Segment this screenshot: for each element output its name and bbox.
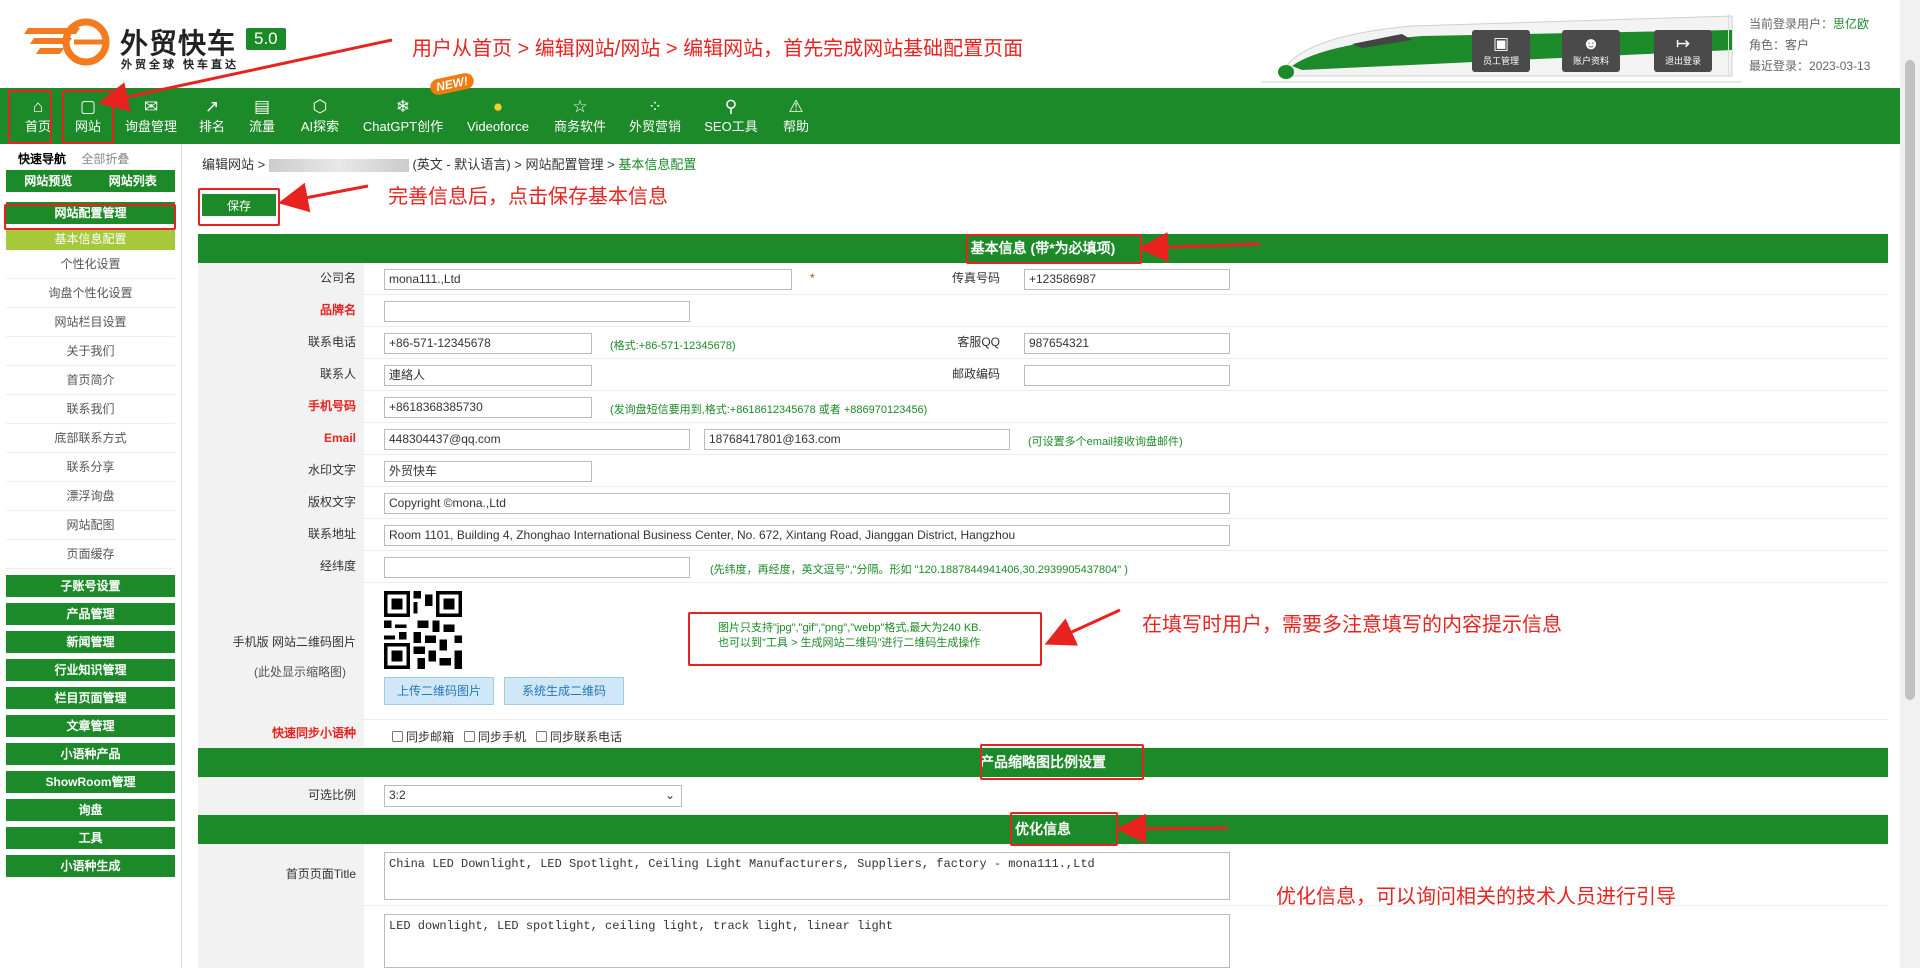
page-scrollbar[interactable] [1900,0,1920,968]
annotation-arrows [98,38,1261,844]
highlight-thumb-section [980,744,1144,780]
scrollbar-thumb[interactable] [1905,60,1915,700]
annotation-top: 用户从首页 > 编辑网站/网站 > 编辑网站，首先完成网站基础配置页面 [412,38,1024,60]
highlight-basic-section [966,234,1142,264]
app-window: 外贸快车 5.0 外贸全球 快车直达 ▣ 员工管理 ☻ 账户资料 ↦ 退出登录 … [0,0,1920,968]
highlight-save [198,188,280,226]
highlight-website [62,90,114,144]
highlight-config-group [4,204,176,230]
highlight-seo-section [1010,812,1118,846]
annotation-hint: 在填写时用户，需要多注意填写的内容提示信息 [1142,614,1562,636]
annotation-seo: 优化信息，可以询问相关的技术人员进行引导 [1276,886,1676,908]
highlight-qr-note [688,612,1042,666]
annotation-save: 完善信息后，点击保存基本信息 [388,186,668,208]
highlight-home [8,90,52,144]
